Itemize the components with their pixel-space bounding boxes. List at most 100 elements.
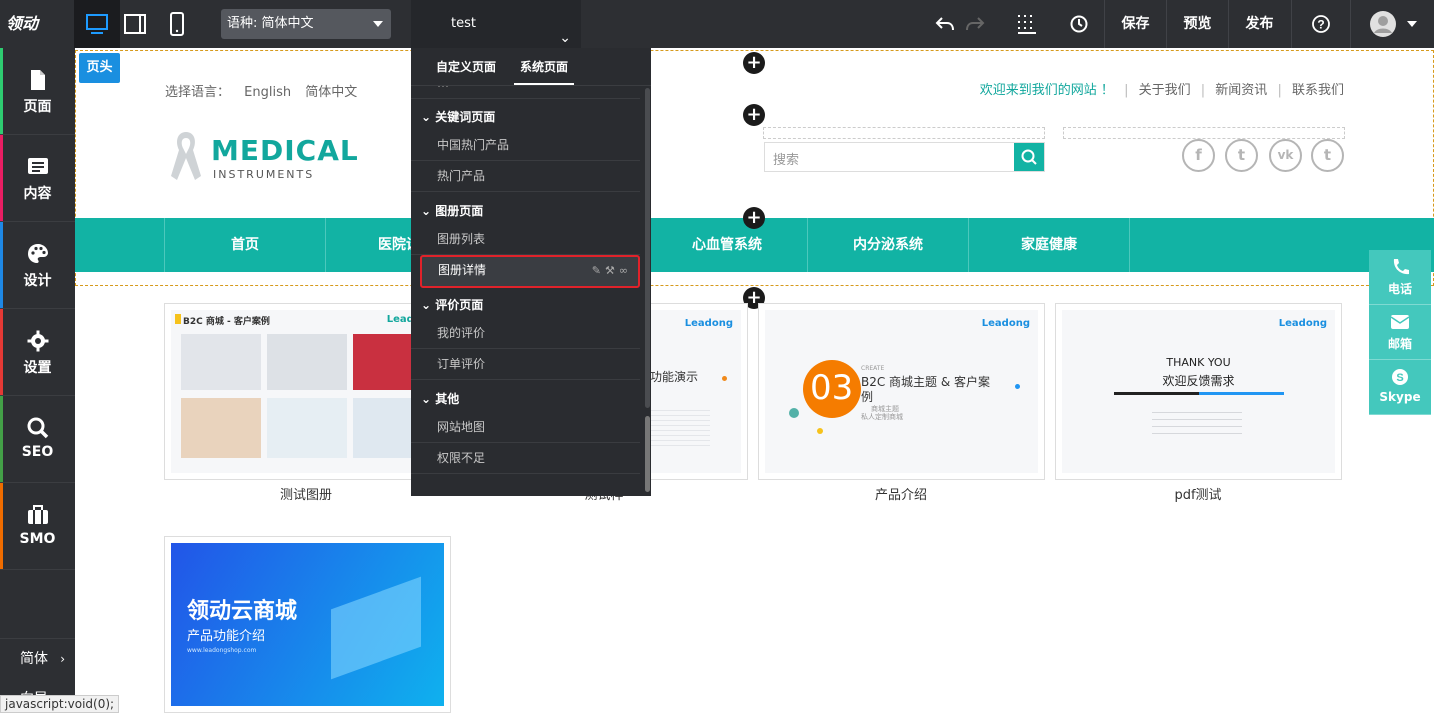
search-box[interactable]: 搜索 (764, 142, 1045, 172)
list-item[interactable]: 中国热门产品 (411, 130, 640, 161)
wrench-icon[interactable]: ⚒ (605, 264, 619, 277)
group-keywords[interactable]: ⌄ 关键词页面 (421, 108, 495, 125)
list-item[interactable]: 订单评价 (411, 349, 640, 380)
list-item[interactable]: 图册列表 (411, 224, 640, 255)
thumbnail-title: 欢迎反馈需求 (1162, 374, 1235, 388)
phone-button[interactable]: 电话 (1369, 250, 1431, 305)
album-thumbnail: B2C 商城 - 客户案例 Leadong (171, 310, 441, 473)
nav-item-endocrine[interactable]: 内分泌系统 (808, 218, 969, 272)
language-option[interactable]: 简体中文 (305, 85, 357, 100)
edit-icon[interactable]: ✎ (592, 264, 605, 277)
publish-button[interactable]: 发布 (1228, 0, 1290, 48)
sidebar-item-smo[interactable]: SMO (0, 483, 75, 570)
skype-button[interactable]: S Skype (1369, 360, 1431, 415)
header-tag[interactable]: 页头 (79, 53, 120, 83)
list-item[interactable]: 我的评价 (411, 318, 640, 349)
undo-button[interactable] (928, 0, 962, 48)
help-button[interactable]: ? (1291, 0, 1349, 48)
divider: | (1200, 83, 1206, 98)
email-button[interactable]: 邮箱 (1369, 305, 1431, 360)
twitter-icon[interactable]: t (1225, 139, 1258, 172)
mobile-view-button[interactable] (154, 0, 200, 48)
top-link[interactable]: 新闻资讯 (1215, 83, 1267, 98)
facebook-icon[interactable]: f (1182, 139, 1215, 172)
grid-toggle-button[interactable] (1010, 0, 1044, 48)
redo-button[interactable] (958, 0, 992, 48)
tablet-icon (124, 14, 146, 34)
page-select[interactable]: test ⌄ (411, 0, 581, 48)
list-item[interactable]: … (411, 86, 640, 99)
group-other[interactable]: ⌄ 其他 (421, 390, 459, 407)
album-card[interactable]: Leadong THANK YOU 欢迎反馈需求 (1055, 303, 1342, 480)
album-card[interactable]: Leadong 03 CREATE B2C 商城主题 & 客户案例 商城主题 私… (758, 303, 1045, 480)
placeholder-block[interactable] (1063, 127, 1345, 139)
app-logo: 领动 (6, 14, 39, 33)
language-option[interactable]: English (244, 85, 291, 100)
dropdown-list: … ⌄ 关键词页面 中国热门产品 热门产品 ⌄ 图册页面 图册列表 图册详情 ✎… (411, 86, 644, 496)
list-item[interactable]: 权限不足 (411, 443, 640, 474)
vk-icon[interactable]: vk (1269, 139, 1302, 172)
dropdown-scrollbar[interactable] (644, 86, 651, 496)
thumbnail-subtitle: 产品功能介绍 (187, 629, 266, 644)
group-title: 评价页面 (435, 298, 484, 312)
top-link[interactable]: 关于我们 (1139, 83, 1191, 98)
accent-mark (175, 314, 181, 324)
link-icon[interactable]: ∞ (619, 264, 632, 277)
list-item-label: 图册详情 (438, 263, 487, 277)
save-button[interactable]: 保存 (1104, 0, 1166, 48)
thumbnail-title: 领动云商城 (187, 599, 298, 624)
album-caption[interactable]: pdf测试 (1058, 484, 1338, 503)
album-card[interactable]: 领动云商城 产品功能介绍 www.leadongshop.com (164, 536, 451, 713)
preview-button[interactable]: 预览 (1166, 0, 1228, 48)
add-section-button[interactable]: + (743, 52, 765, 74)
history-icon (1070, 15, 1088, 33)
tablet-view-button[interactable] (112, 0, 158, 48)
history-button[interactable] (1062, 0, 1096, 48)
sidebar-item-seo[interactable]: SEO (0, 396, 75, 483)
scrollbar-thumb[interactable] (645, 416, 650, 492)
language-switcher[interactable]: 简体 › (0, 638, 75, 678)
thumbnail-title: B2C 商城 - 客户案例 (183, 317, 270, 327)
tumblr-icon[interactable]: t (1311, 139, 1344, 172)
album-thumbnail: Leadong 03 CREATE B2C 商城主题 & 客户案例 商城主题 私… (765, 310, 1038, 473)
top-link[interactable]: 联系我们 (1292, 83, 1344, 98)
sidebar-item-content[interactable]: 内容 (0, 135, 75, 222)
nav-item-cardio[interactable]: 心血管系统 (647, 218, 808, 272)
search-button[interactable] (1014, 143, 1044, 171)
nav-item-home-health[interactable]: 家庭健康 (969, 218, 1130, 272)
add-section-button[interactable]: + (743, 104, 765, 126)
group-albums[interactable]: ⌄ 图册页面 (421, 202, 483, 219)
language-chooser-label: 选择语言： (165, 85, 231, 100)
list-item[interactable]: 网站地图 (411, 412, 640, 443)
caret-down-icon (373, 21, 383, 27)
top-toolbar: 领动 语种: 简体中文 test ⌄ 保存 预览 发布 ? (0, 0, 1434, 48)
sidebar-accent (0, 222, 3, 308)
nav-item-home[interactable]: 首页 (165, 218, 326, 272)
add-section-button[interactable]: + (743, 207, 765, 229)
sidebar-item-design[interactable]: 设计 (0, 222, 75, 309)
decor-dot (789, 408, 799, 418)
search-input[interactable]: 搜索 (773, 149, 799, 168)
thumbnail-image (267, 334, 347, 390)
tab-system-pages[interactable]: 系统页面 (513, 58, 575, 85)
list-item[interactable]: 热门产品 (411, 161, 640, 192)
sidebar-item-settings[interactable]: 设置 (0, 309, 75, 396)
sidebar-accent (0, 483, 3, 569)
placeholder-block[interactable] (763, 127, 1045, 139)
phone-icon (1393, 259, 1409, 275)
sidebar-item-page[interactable]: 页面 (0, 48, 75, 135)
page-canvas: 页头 选择语言： English 简体中文 欢迎来到我们的网站 ！ | 关于我们… (75, 48, 1434, 713)
language-select[interactable]: 语种: 简体中文 (221, 9, 391, 39)
mail-icon (1390, 315, 1410, 329)
user-menu[interactable] (1350, 0, 1434, 48)
album-card[interactable]: B2C 商城 - 客户案例 Leadong (164, 303, 448, 480)
page-select-label: test (451, 16, 476, 31)
group-reviews[interactable]: ⌄ 评价页面 (421, 296, 483, 313)
chevron-right-icon: › (60, 652, 65, 666)
list-item-selected[interactable]: 图册详情 ✎⚒∞ (420, 255, 640, 288)
album-caption[interactable]: 产品介绍 (761, 484, 1041, 503)
tab-custom-pages[interactable]: 自定义页面 (436, 58, 496, 75)
language-select-label: 语种: 简体中文 (227, 16, 314, 31)
group-title: 图册页面 (435, 204, 484, 218)
album-caption[interactable]: 测试图册 (166, 484, 446, 503)
